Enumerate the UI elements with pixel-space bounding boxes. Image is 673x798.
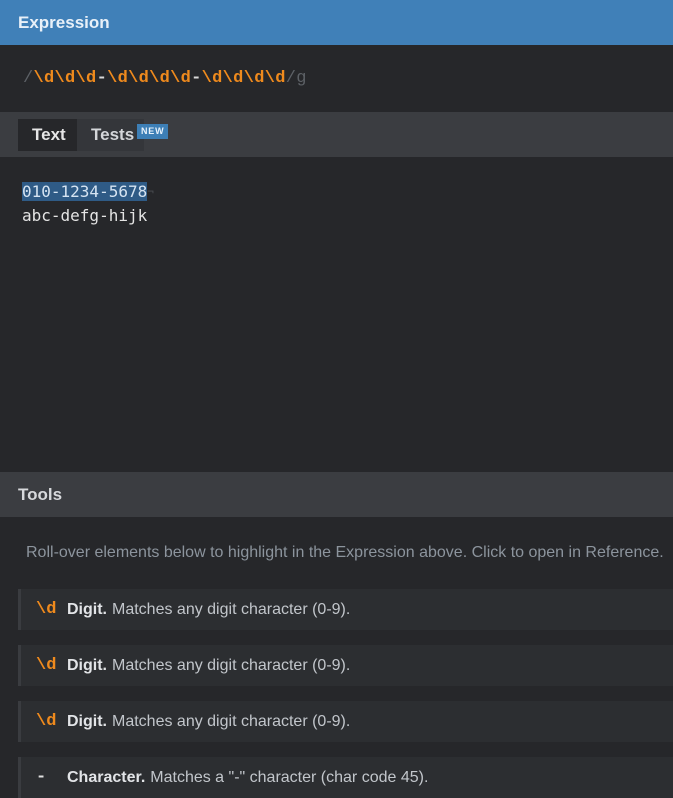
explain-token: - <box>36 768 47 787</box>
expression-token-digit[interactable]: \d <box>170 69 191 88</box>
expression-token-digit[interactable]: \d <box>55 69 76 88</box>
expression-token-digit[interactable]: \d <box>34 69 55 88</box>
explain-name: Digit. <box>67 712 107 730</box>
tools-title: Tools <box>18 484 63 504</box>
explain-item[interactable]: \d Digit. Matches any digit character (0… <box>18 645 673 686</box>
expression-flags[interactable]: g <box>296 69 307 88</box>
explain-name: Digit. <box>67 600 107 618</box>
expression-token-digit[interactable]: \d <box>76 69 97 88</box>
explain-description: Matches any digit character (0-9). <box>112 600 351 618</box>
expression-header[interactable]: Expression <box>0 0 673 45</box>
line-end-marker: ¬ <box>147 185 154 198</box>
explain-item[interactable]: - Character. Matches a "-" character (ch… <box>18 757 673 798</box>
text-line-2: abc-defg-hijk <box>22 206 148 225</box>
expression-tokens: \d\d\d-\d\d\d\d-\d\d\d\d <box>34 69 286 88</box>
tab-tests-label: Tests <box>91 125 135 144</box>
tab-tests[interactable]: Tests <box>77 119 144 151</box>
expression-title: Expression <box>18 12 110 32</box>
explain-item[interactable]: \d Digit. Matches any digit character (0… <box>18 701 673 742</box>
expression-open-delimiter: / <box>23 69 34 88</box>
explain-token: \d <box>36 712 57 731</box>
text-tabs-bar: Text Tests NEW <box>0 112 673 157</box>
expression-token-digit[interactable]: \d <box>128 69 149 88</box>
expression-token-char[interactable]: - <box>191 69 202 88</box>
expression-token-digit[interactable]: \d <box>149 69 170 88</box>
explain-item[interactable]: \d Digit. Matches any digit character (0… <box>18 589 673 630</box>
regex-app: Expression / \d\d\d-\d\d\d\d-\d\d\d\d / … <box>0 0 673 798</box>
expression-token-digit[interactable]: \d <box>265 69 286 88</box>
expression-token-digit[interactable]: \d <box>244 69 265 88</box>
match-highlight[interactable]: 010-1234-5678 <box>22 182 148 201</box>
test-text-editor[interactable]: 010-1234-5678¬ abc-defg-hijk <box>0 157 673 472</box>
expression-token-digit[interactable]: \d <box>107 69 128 88</box>
explain-token: \d <box>36 656 57 675</box>
explain-description: Matches any digit character (0-9). <box>112 656 351 674</box>
expression-input[interactable]: / \d\d\d-\d\d\d\d-\d\d\d\d / g <box>0 45 673 112</box>
expression-token-digit[interactable]: \d <box>202 69 223 88</box>
new-badge: NEW <box>137 124 169 139</box>
expression-token-digit[interactable]: \d <box>223 69 244 88</box>
expression-close-delimiter: / <box>285 69 297 88</box>
tools-header[interactable]: Tools <box>0 472 673 517</box>
tools-hint: Roll-over elements below to highlight in… <box>26 544 664 561</box>
tab-text[interactable]: Text <box>18 119 77 151</box>
expression-token-char[interactable]: - <box>97 69 108 88</box>
text-line-1: 010-1234-5678¬ <box>22 180 673 204</box>
explain-name: Digit. <box>67 656 107 674</box>
tab-text-label: Text <box>32 125 66 144</box>
explain-token: \d <box>36 600 57 619</box>
explain-name: Character. <box>67 768 146 786</box>
explain-description: Matches any digit character (0-9). <box>112 712 351 730</box>
tools-panel: Roll-over elements below to highlight in… <box>0 517 673 798</box>
explain-description: Matches a "-" character (char code 45). <box>150 768 429 786</box>
